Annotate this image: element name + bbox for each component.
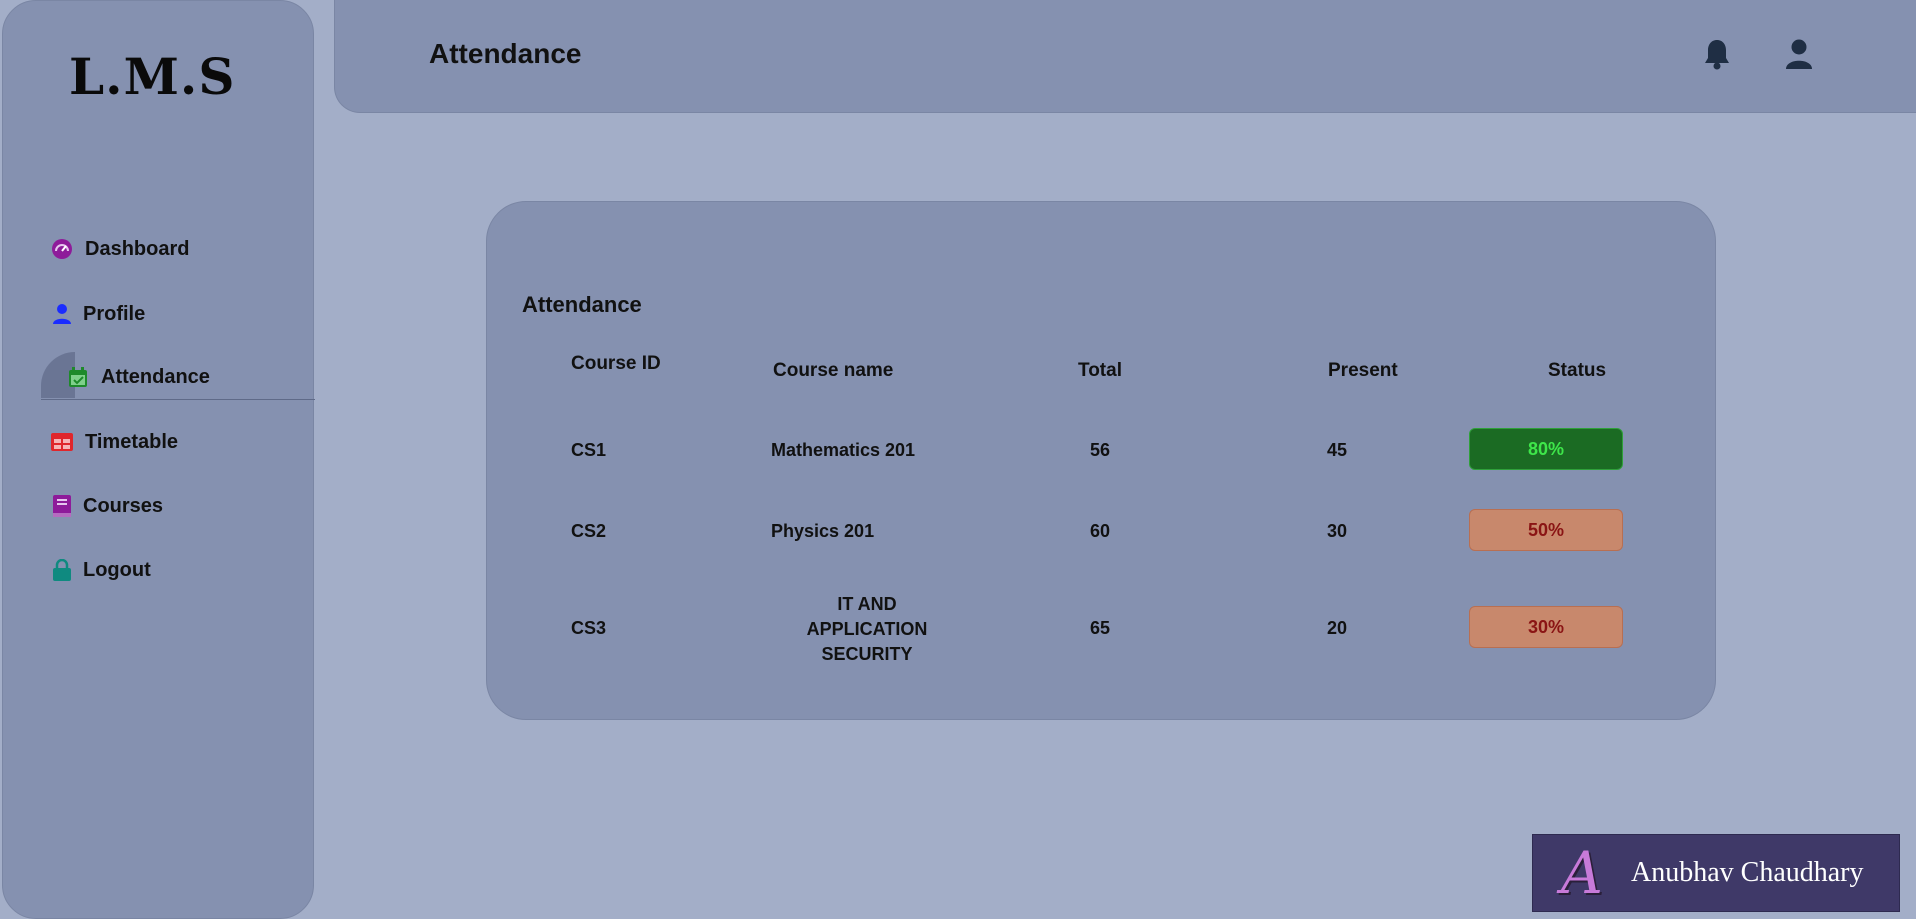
column-header-status: Status (1548, 360, 1607, 381)
status-badge: 80% (1469, 428, 1623, 470)
sidebar: L.M.S Dashboard Profile Attendance Timet… (2, 0, 315, 919)
sidebar-item-attendance[interactable]: Attendance (3, 352, 315, 400)
author-watermark: A Anubhav Chaudhary (1532, 834, 1900, 912)
cell-course-name: Mathematics 201 (771, 440, 916, 460)
sidebar-item-timetable[interactable]: Timetable (3, 419, 315, 465)
sidebar-item-label: Attendance (101, 365, 210, 388)
table-icon (51, 431, 73, 453)
cell-course-name: Physics 201 (771, 521, 875, 541)
cell-present: 30 (1327, 521, 1348, 541)
app-logo: L.M.S (69, 47, 236, 106)
cell-total: 60 (1090, 521, 1111, 541)
sidebar-item-logout[interactable]: Logout (3, 547, 315, 593)
top-bar: Attendance (334, 0, 1916, 113)
lock-icon (51, 559, 73, 581)
sidebar-item-label: Timetable (85, 430, 178, 453)
calendar-check-icon (67, 366, 89, 388)
watermark-name: Anubhav Chaudhary (1631, 857, 1864, 888)
cell-course-id: CS3 (571, 618, 607, 638)
attendance-card: Attendance Course ID Course name Total P… (486, 201, 1716, 720)
sidebar-item-label: Logout (83, 558, 151, 581)
cell-course-name: IT AND APPLICATION SECURITY (806, 594, 928, 664)
user-icon (51, 303, 73, 325)
sidebar-item-dashboard[interactable]: Dashboard (3, 226, 315, 272)
cell-present: 45 (1327, 440, 1348, 460)
status-badge: 50% (1469, 509, 1623, 551)
sidebar-item-label: Dashboard (85, 237, 190, 260)
column-header-course-id: Course ID (571, 353, 661, 374)
cell-course-id: CS1 (571, 440, 607, 460)
cell-total: 65 (1090, 618, 1111, 638)
cell-course-id: CS2 (571, 521, 607, 541)
cell-total: 56 (1090, 440, 1111, 460)
page-title: Attendance (429, 38, 582, 69)
sidebar-item-profile[interactable]: Profile (3, 291, 315, 337)
watermark-logo: A (1561, 839, 1603, 907)
status-badge: 30% (1469, 606, 1623, 648)
bell-icon[interactable] (1701, 36, 1733, 72)
book-icon (51, 495, 73, 517)
column-header-course-name: Course name (773, 360, 894, 381)
cell-present: 20 (1327, 618, 1348, 638)
sidebar-item-label: Profile (83, 302, 146, 325)
column-header-total: Total (1078, 360, 1122, 381)
sidebar-item-courses[interactable]: Courses (3, 483, 315, 529)
dashboard-gauge-icon (51, 238, 73, 260)
column-header-present: Present (1328, 360, 1398, 381)
user-icon[interactable] (1783, 36, 1815, 72)
card-title: Attendance (522, 292, 642, 317)
sidebar-item-label: Courses (83, 494, 164, 517)
